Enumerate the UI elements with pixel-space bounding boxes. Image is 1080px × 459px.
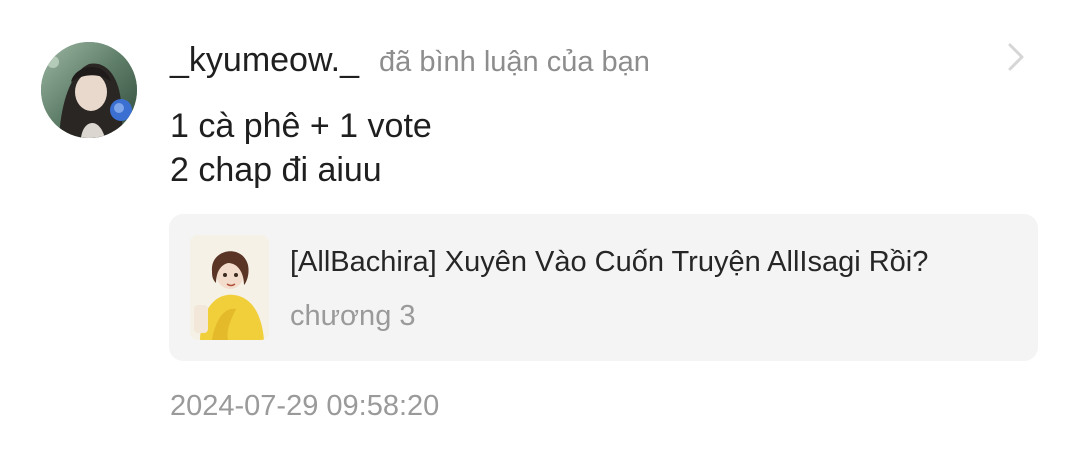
story-card[interactable]: [AllBachira] Xuyên Vào Cuốn Truyện AllIs… xyxy=(169,214,1038,361)
comment-line: 2 chap đi aiuu xyxy=(170,151,382,189)
avatar-image xyxy=(41,42,137,138)
story-chapter: chương 3 xyxy=(290,300,416,332)
username[interactable]: _kyumeow._ xyxy=(170,38,359,82)
comment-notification[interactable]: _kyumeow._ đã bình luận của bạn 1 cà phê… xyxy=(0,0,1080,459)
action-text: đã bình luận của bạn xyxy=(379,46,650,78)
story-title: [AllBachira] Xuyên Vào Cuốn Truyện AllIs… xyxy=(290,246,929,278)
comment-text: 1 cà phê + 1 vote 2 chap đi aiuu xyxy=(170,104,432,192)
chevron-right-icon[interactable] xyxy=(1004,40,1028,74)
story-cover-image xyxy=(190,235,269,340)
story-cover xyxy=(190,235,269,340)
comment-line: 1 cà phê + 1 vote xyxy=(170,107,432,145)
timestamp: 2024-07-29 09:58:20 xyxy=(170,390,440,422)
notification-header: _kyumeow._ đã bình luận của bạn xyxy=(170,38,650,82)
user-avatar[interactable] xyxy=(41,42,137,138)
